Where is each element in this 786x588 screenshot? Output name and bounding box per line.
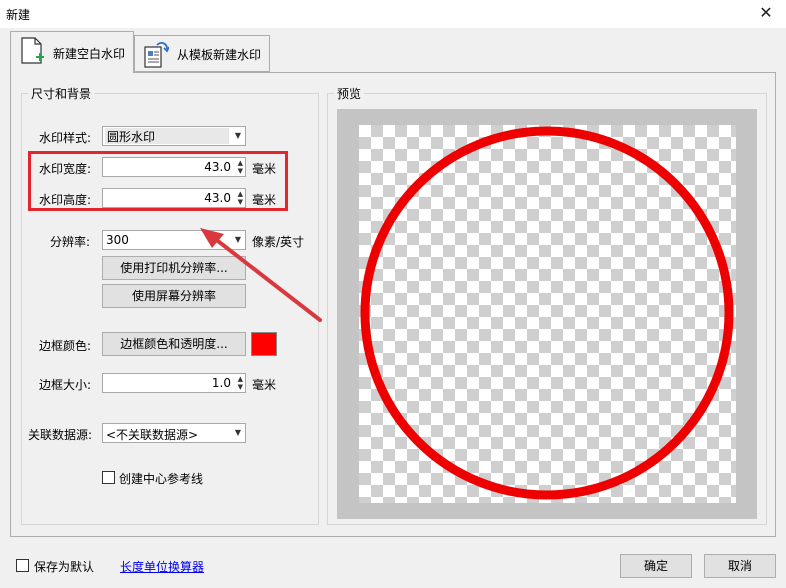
annotation-highlight-box [28,151,288,211]
border-size-value: 1.0 [211,376,231,390]
tab-strip: 新建空白水印 从模板新建水印 [0,28,786,73]
resolution-unit: 像素/英寸 [252,235,305,249]
tab-label: 新建空白水印 [53,47,126,61]
chevron-down-icon: ▼ [234,235,241,244]
title-bar: 新建 ✕ [0,0,786,28]
border-color-label: 边框颜色: [39,339,92,353]
resolution-select[interactable]: 300 ▼ [102,230,246,250]
screen-resolution-button[interactable]: 使用屏幕分辨率 [102,284,246,308]
datasource-label: 关联数据源: [28,428,93,442]
watermark-circle-preview [360,126,734,500]
tab-from-template[interactable]: 从模板新建水印 [134,35,270,72]
unit-converter-link[interactable]: 长度单位换算器 [120,558,204,575]
group-title: 尺寸和背景 [28,85,95,102]
printer-resolution-button[interactable]: 使用打印机分辨率... [102,256,246,280]
tab-new-blank-watermark[interactable]: 新建空白水印 [10,31,134,73]
ok-button[interactable]: 确定 [620,554,692,578]
save-as-default-label: 保存为默认 [34,560,95,574]
style-label: 水印样式: [39,131,92,145]
style-select[interactable]: 圆形水印 ▼ [102,126,246,146]
border-size-label: 边框大小: [39,378,92,392]
preview-group: 预览 [327,85,767,525]
window-title: 新建 [6,8,31,22]
center-guides-checkbox[interactable] [102,471,115,484]
chevron-down-icon: ▼ [234,428,241,437]
tab-label: 从模板新建水印 [177,48,262,62]
datasource-value: <不关联数据源> [106,428,199,442]
spin-arrows-icon[interactable]: ▲ ▼ [238,375,243,391]
datasource-select[interactable]: <不关联数据源> ▼ [102,423,246,443]
group-title: 预览 [334,85,365,102]
preview-canvas [337,109,757,519]
style-value: 圆形水印 [105,128,229,144]
border-color-button[interactable]: 边框颜色和透明度... [102,332,246,356]
resolution-value: 300 [106,233,129,247]
border-size-unit: 毫米 [252,378,277,392]
template-icon [144,42,169,68]
new-document-icon [21,37,44,64]
cancel-button[interactable]: 取消 [704,554,776,578]
border-color-swatch[interactable] [251,332,277,356]
close-icon[interactable]: ✕ [746,0,786,28]
chevron-down-icon: ▼ [234,131,241,140]
resolution-label: 分辨率: [50,235,91,249]
center-guides-label: 创建中心参考线 [119,472,204,486]
border-size-input[interactable]: 1.0 ▲ ▼ [102,373,246,393]
save-as-default-checkbox[interactable] [16,559,29,572]
tab-page: 尺寸和背景 水印样式: 圆形水印 ▼ 水印宽度: 43.0 ▲ ▼ 毫米 水印高度… [10,72,776,537]
